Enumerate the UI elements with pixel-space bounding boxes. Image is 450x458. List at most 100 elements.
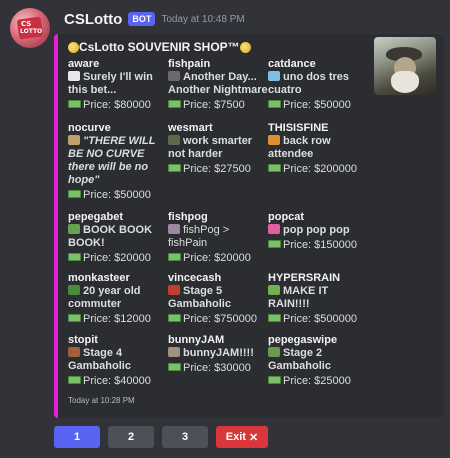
item-description: "THERE WILL BE NO CURVE there will be no… (68, 135, 156, 186)
embed-thumbnail[interactable] (374, 37, 436, 95)
money-icon (268, 100, 281, 108)
item-name: monkasteer (68, 272, 130, 284)
emoji-icon (68, 347, 80, 357)
item-price: Price: $20000 (83, 252, 151, 264)
shop-item-nocurve: nocurve "THERE WILL BE NO CURVE there wi… (68, 122, 168, 202)
shop-item-stopit: stopit Stage 4 Gambaholic Price: $40000 (68, 334, 168, 388)
item-name: fishpog (168, 211, 208, 223)
shop-embed: CsLotto SOUVENIR SHOP™ aware Surely I'll… (54, 34, 444, 418)
item-description: pop pop pop (283, 224, 350, 236)
item-description: bunnyJAM!!!! (183, 347, 254, 359)
embed-title-text: CsLotto SOUVENIR SHOP™ (79, 40, 240, 54)
shop-item-wesmart: wesmart work smarter not harder Price: $… (168, 122, 268, 176)
item-name: catdance (268, 58, 316, 70)
item-name: nocurve (68, 122, 111, 134)
item-description: uno dos tres cuatro (268, 71, 350, 96)
item-name: wesmart (168, 122, 213, 134)
item-price: Price: $40000 (83, 375, 151, 387)
item-name: stopit (68, 334, 98, 346)
money-icon (68, 376, 81, 384)
embed-footer-timestamp: Today at 10:28 PM (68, 396, 135, 405)
item-price: Price: $80000 (83, 99, 151, 111)
exit-button[interactable]: Exit ✕ (216, 426, 268, 448)
item-price: Price: $25000 (283, 375, 351, 387)
shop-item-popcat: popcat pop pop pop Price: $150000 (268, 211, 368, 252)
item-description: Surely I'll win this bet... (68, 71, 153, 96)
item-price: Price: $7500 (183, 99, 245, 111)
coin-icon (68, 41, 79, 53)
shop-item-pepegabet: pepegabet BOOK BOOK BOOK! Price: $20000 (68, 211, 168, 265)
page-1-button[interactable]: 1 (54, 426, 100, 448)
shop-item-hypersrain: HYPERSRAIN MAKE IT RAIN!!!! Price: $5000… (268, 272, 368, 326)
shop-item-aware: aware Surely I'll win this bet... Price:… (68, 58, 168, 112)
page-2-button[interactable]: 2 (108, 426, 154, 448)
message-timestamp: Today at 10:48 PM (161, 13, 245, 25)
item-price: Price: $750000 (183, 313, 257, 325)
item-description: Another Day... Another Nightmare (168, 71, 268, 96)
item-price: Price: $500000 (283, 313, 357, 325)
emoji-icon (68, 285, 80, 295)
item-name: popcat (268, 211, 305, 223)
money-icon (268, 314, 281, 322)
shop-item-vincecash: vincecash Stage 5 Gambaholic Price: $750… (168, 272, 268, 326)
item-name: pepegaswipe (268, 334, 338, 346)
bot-avatar[interactable]: CS LOTTO (10, 8, 50, 48)
item-price: Price: $20000 (183, 252, 251, 264)
item-price: Price: $12000 (83, 313, 151, 325)
money-icon (168, 314, 181, 322)
bot-tag: BOT (128, 12, 156, 26)
emoji-icon (168, 135, 180, 145)
emoji-icon (268, 135, 280, 145)
money-icon (68, 100, 81, 108)
shop-item-bunnyjam: bunnyJAM bunnyJAM!!!! Price: $30000 (168, 334, 268, 375)
shop-item-pepegaswipe: pepegaswipe Stage 2 Gambaholic Price: $2… (268, 334, 368, 388)
message-header: CSLotto BOT Today at 10:48 PM (64, 10, 245, 28)
shop-item-fishpog: fishpog fishPog > fishPain Price: $20000 (168, 211, 268, 265)
avatar-text-top: CS (21, 20, 32, 28)
emoji-icon (268, 71, 280, 81)
money-icon (268, 164, 281, 172)
username[interactable]: CSLotto (64, 11, 122, 28)
emoji-icon (168, 347, 180, 357)
emoji-icon (268, 224, 280, 234)
shop-item-monkasteer: monkasteer 20 year old commuter Price: $… (68, 272, 168, 326)
thumbnail-beard-shape (391, 71, 419, 93)
exit-button-label: Exit (225, 431, 246, 443)
embed-title: CsLotto SOUVENIR SHOP™ (68, 40, 251, 54)
shop-item-thisisfine: THISISFINE back row attendee Price: $200… (268, 122, 368, 176)
money-icon (168, 164, 181, 172)
item-name: aware (68, 58, 100, 70)
emoji-icon (68, 71, 80, 81)
money-icon (68, 190, 81, 198)
page-3-button[interactable]: 3 (162, 426, 208, 448)
item-name: pepegabet (68, 211, 124, 223)
pagination-button-row: 1 2 3 Exit ✕ (54, 426, 268, 448)
emoji-icon (168, 285, 180, 295)
item-name: vincecash (168, 272, 222, 284)
emoji-icon (268, 347, 280, 357)
emoji-icon (268, 285, 280, 295)
item-name: THISISFINE (268, 122, 329, 134)
emoji-icon (68, 224, 80, 234)
item-price: Price: $150000 (283, 239, 357, 251)
money-icon (268, 240, 281, 248)
item-price: Price: $50000 (83, 189, 151, 201)
item-name: bunnyJAM (168, 334, 225, 346)
shop-item-catdance: catdance uno dos tres cuatro Price: $500… (268, 58, 368, 112)
item-price: Price: $200000 (283, 163, 357, 175)
emoji-icon (168, 71, 180, 81)
item-price: Price: $27500 (183, 163, 251, 175)
money-icon (68, 253, 81, 261)
money-icon (168, 253, 181, 261)
x-icon: ✕ (248, 431, 259, 444)
item-price: Price: $30000 (183, 362, 251, 374)
item-name: fishpain (168, 58, 211, 70)
item-name: HYPERSRAIN (268, 272, 341, 284)
money-icon (168, 363, 181, 371)
emoji-icon (68, 135, 80, 145)
avatar-text-bottom: LOTTO (20, 28, 43, 35)
coin-icon (239, 41, 251, 53)
item-price: Price: $50000 (283, 99, 351, 111)
shop-item-fishpain: fishpain Another Day... Another Nightmar… (168, 58, 268, 112)
money-icon (268, 376, 281, 384)
